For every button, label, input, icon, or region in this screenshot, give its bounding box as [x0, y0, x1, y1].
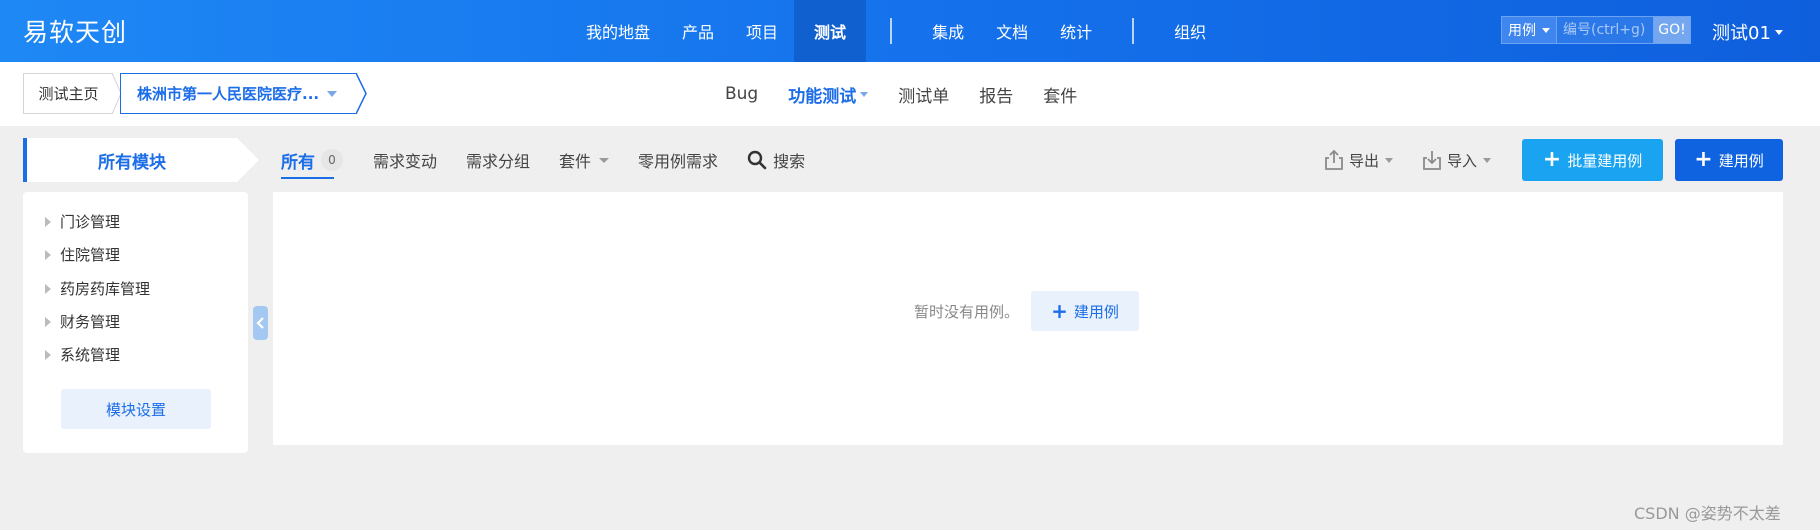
sub-nav: Bug 功能测试 测试单 报告 套件: [725, 62, 1107, 126]
chevron-down-icon: [1774, 29, 1783, 35]
nav-item-test[interactable]: 测试: [794, 0, 867, 62]
chevron-down-icon: [1542, 27, 1550, 33]
create-case-button[interactable]: + 建用例: [1675, 139, 1784, 181]
breadcrumb-home[interactable]: 测试主页: [23, 73, 113, 114]
filter-all[interactable]: 所有 0: [281, 142, 343, 179]
chevron-down-icon: [599, 157, 610, 163]
filter-all-label: 所有: [281, 152, 315, 173]
empty-state-text: 暂时没有用例。: [914, 302, 1020, 321]
nav-divider: [1132, 18, 1135, 44]
count-badge: 0: [321, 149, 343, 171]
empty-create-case-label: 建用例: [1073, 302, 1119, 321]
case-list-panel: 暂时没有用例。 + 建用例: [273, 192, 1783, 445]
search-type-select[interactable]: 用例: [1501, 16, 1557, 44]
tree-item-finance[interactable]: 财务管理: [45, 311, 120, 332]
empty-create-case-button[interactable]: + 建用例: [1031, 291, 1140, 331]
plus-icon: +: [1694, 147, 1713, 172]
caret-right-icon[interactable]: [45, 216, 51, 227]
tree-item-label: 门诊管理: [60, 213, 121, 231]
batch-create-case-button[interactable]: + 批量建用例: [1522, 139, 1664, 181]
tab-functional-test-label: 功能测试: [788, 86, 857, 107]
filter-requirement-group[interactable]: 需求分组: [466, 148, 530, 172]
import-icon: [1423, 151, 1441, 170]
search-icon: [747, 150, 767, 170]
tree-item-label: 财务管理: [60, 313, 121, 331]
filter-suite[interactable]: 套件: [559, 148, 610, 172]
breadcrumb-arrow-icon: [356, 73, 367, 114]
breadcrumb-product-select[interactable]: 株洲市第一人民医院医疗...: [120, 73, 357, 114]
nav-item-my-dashboard[interactable]: 我的地盘: [570, 0, 666, 62]
nav-item-product[interactable]: 产品: [666, 0, 730, 62]
nav-item-docs[interactable]: 文档: [980, 0, 1044, 62]
caret-right-icon[interactable]: [45, 316, 51, 327]
tree-item-inpatient[interactable]: 住院管理: [45, 244, 120, 265]
caret-right-icon[interactable]: [45, 349, 51, 360]
import-label: 导入: [1447, 151, 1478, 170]
import-button[interactable]: 导入: [1421, 149, 1492, 171]
empty-state: 暂时没有用例。 + 建用例: [914, 291, 1140, 331]
module-setting-button[interactable]: 模块设置: [61, 389, 211, 429]
tree-item-pharmacy[interactable]: 药房药库管理: [45, 278, 150, 299]
main-nav: 我的地盘 产品 项目 测试 集成 文档 统计 组织: [570, 0, 1222, 62]
filter-requirement-change[interactable]: 需求变动: [373, 148, 437, 172]
export-icon: [1325, 149, 1343, 170]
search-go-button[interactable]: GO!: [1654, 16, 1691, 44]
nav-item-stats[interactable]: 统计: [1044, 0, 1108, 62]
chevron-down-icon: [1385, 157, 1394, 163]
tab-report[interactable]: 报告: [979, 82, 1013, 107]
module-header[interactable]: 所有模块: [23, 138, 237, 182]
search-toggle[interactable]: 搜索: [747, 148, 805, 172]
tree-item-outpatient[interactable]: 门诊管理: [45, 211, 120, 232]
chevron-left-icon: [256, 317, 264, 329]
caret-right-icon[interactable]: [45, 283, 51, 294]
module-header-arrow: [237, 138, 259, 182]
sidebar-collapse-handle[interactable]: [253, 306, 268, 340]
chevron-down-icon: [860, 91, 869, 97]
top-header: 易软天创 我的地盘 产品 项目 测试 集成 文档 统计 组织 用例 GO! 测试…: [0, 0, 1820, 62]
filter-suite-label: 套件: [559, 152, 592, 171]
global-search: 用例 GO!: [1501, 16, 1691, 44]
create-case-label: 建用例: [1718, 151, 1764, 170]
nav-item-project[interactable]: 项目: [730, 0, 794, 62]
breadcrumb-product-label: 株洲市第一人民医院医疗...: [137, 85, 320, 103]
search-type-label: 用例: [1508, 23, 1536, 39]
nav-divider: [890, 18, 893, 44]
caret-right-icon[interactable]: [45, 249, 51, 260]
tab-functional-test[interactable]: 功能测试: [788, 82, 869, 107]
export-label: 导出: [1349, 151, 1380, 170]
user-menu[interactable]: 测试01: [1712, 19, 1783, 45]
search-toggle-label: 搜索: [773, 152, 806, 171]
batch-create-label: 批量建用例: [1567, 151, 1643, 170]
sub-header: 测试主页 株洲市第一人民医院医疗... Bug 功能测试 测试单 报告 套件: [0, 62, 1820, 126]
search-input[interactable]: [1557, 16, 1654, 44]
tab-suite[interactable]: 套件: [1043, 82, 1077, 107]
chevron-down-icon: [1483, 157, 1492, 163]
case-actions: 导出 导入 + 批量建用例 + 建用例: [1323, 138, 1784, 182]
app-logo[interactable]: 易软天创: [23, 13, 127, 49]
plus-icon: +: [1542, 147, 1562, 172]
chevron-down-icon: [327, 90, 338, 97]
user-name: 测试01: [1712, 23, 1771, 44]
filter-zero-case-requirement[interactable]: 零用例需求: [638, 148, 718, 172]
watermark: CSDN @姿势不太差: [1634, 504, 1781, 523]
nav-item-org[interactable]: 组织: [1158, 0, 1222, 62]
tree-item-label: 系统管理: [60, 346, 121, 364]
module-tree-panel: 门诊管理 住院管理 药房药库管理 财务管理 系统管理 模块设置: [23, 192, 248, 453]
case-toolbar: 所有 0 需求变动 需求分组 套件 零用例需求 搜索: [281, 138, 834, 182]
plus-icon: +: [1051, 299, 1068, 323]
tab-test-task[interactable]: 测试单: [898, 82, 949, 107]
tab-bug[interactable]: Bug: [725, 84, 758, 104]
tree-item-label: 药房药库管理: [60, 280, 151, 298]
export-button[interactable]: 导出: [1323, 149, 1394, 171]
nav-item-integration[interactable]: 集成: [916, 0, 980, 62]
tree-item-label: 住院管理: [60, 246, 121, 264]
tree-item-system[interactable]: 系统管理: [45, 344, 120, 365]
